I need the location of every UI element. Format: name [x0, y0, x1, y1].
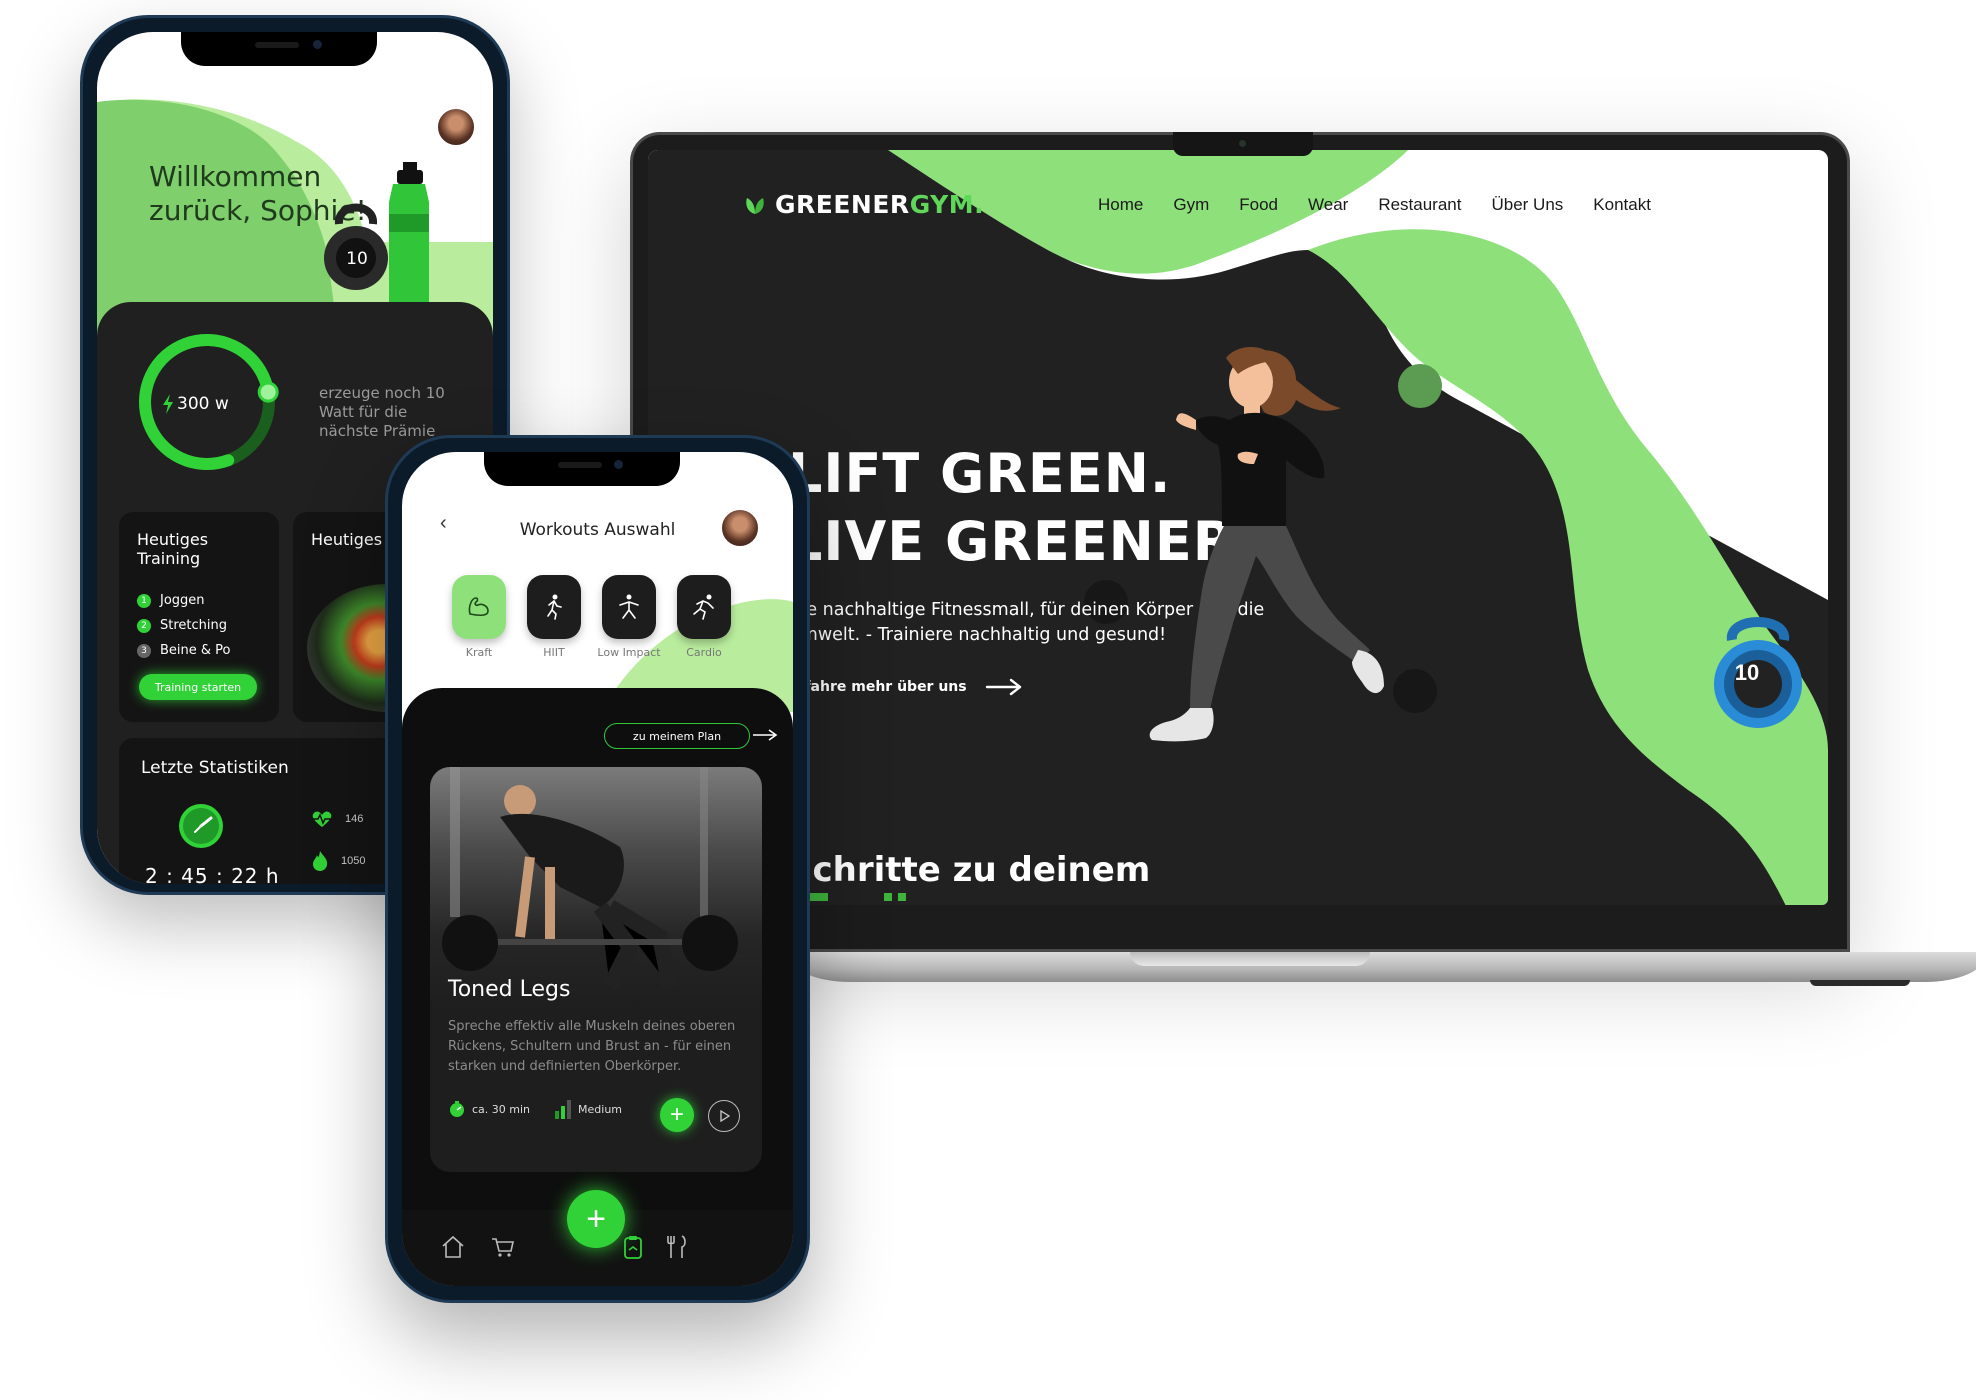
home-icon[interactable] [440, 1234, 466, 1260]
website-screen: GREENERGYM. Home Gym Food Wear Restauran… [648, 150, 1828, 905]
power-value: 300 w [162, 394, 229, 414]
training-item-label: Beine & Po [160, 643, 231, 658]
workout-categories: Kraft HIIT Low Impact Cardio [452, 575, 731, 659]
cardio-icon [693, 594, 714, 620]
list-item[interactable]: 3 Beine & Po [137, 638, 231, 663]
kettlebell-number: 10 [346, 249, 368, 269]
heartbeat-icon [312, 811, 332, 827]
duration-label: ca. 30 min [472, 1102, 531, 1116]
section-title: Schritte zu deinem [788, 850, 1151, 890]
laptop-foot [1810, 980, 1910, 986]
calories-value: 1050 [341, 855, 366, 867]
category-tile[interactable] [452, 575, 506, 639]
power-note: erzeuge noch 10 Watt für die nächste Prä… [319, 384, 445, 440]
training-list: 1 Joggen 2 Stretching 3 Beine & Po [137, 588, 231, 663]
category-label: Low Impact [597, 646, 661, 659]
workout-card[interactable]: Toned Legs Spreche effektiv alle Muskeln… [430, 767, 762, 1172]
step-number: 1 [137, 593, 151, 608]
duration-info: ca. 30 min [448, 1100, 530, 1118]
play-button[interactable] [708, 1100, 740, 1132]
nav-food[interactable]: Food [1239, 195, 1278, 215]
list-item[interactable]: 1 Joggen [137, 588, 231, 613]
category-label: Cardio [686, 646, 722, 659]
phone-notch [484, 452, 680, 486]
runner-illustration [1149, 347, 1384, 742]
bottle-kettlebell-illustration [324, 162, 429, 302]
category-label: Kraft [465, 646, 493, 659]
power-value-label: 300 w [177, 394, 229, 414]
phone-workouts: ‹ Workouts Auswahl Kraft HIIT Low Impact… [385, 435, 810, 1303]
main-menu: Home Gym Food Wear Restaurant Über Uns K… [1098, 195, 1651, 215]
category-label: HIIT [543, 646, 565, 659]
today-training-card[interactable]: Heutiges Training 1 Joggen 2 Stretching … [119, 512, 279, 722]
hiit-icon [547, 594, 562, 620]
play-icon [720, 1110, 730, 1122]
nav-ueber-uns[interactable]: Über Uns [1491, 195, 1563, 215]
cutlery-icon[interactable] [664, 1234, 690, 1260]
website-navbar: GREENERGYM. Home Gym Food Wear Restauran… [648, 150, 1828, 240]
calories-stat: 1050 [311, 850, 365, 872]
training-time: 2 : 45 : 22 h [145, 864, 280, 884]
muscle-icon [468, 597, 489, 617]
category-cardio[interactable]: Cardio [677, 575, 731, 659]
laptop-mockup: GREENERGYM. Home Gym Food Wear Restauran… [630, 132, 1976, 986]
training-item-label: Stretching [160, 618, 227, 633]
nav-wear[interactable]: Wear [1308, 195, 1348, 215]
workout-description: Spreche effektiv alle Muskeln deines obe… [448, 1019, 736, 1074]
phone-notch [181, 32, 377, 66]
stopwatch-icon [450, 1101, 464, 1117]
kettlebell-number: 10 [1734, 660, 1760, 685]
learn-more-label: Erfahre mehr über uns [788, 679, 967, 695]
flame-icon [313, 851, 328, 871]
section-title-green-fragment [788, 893, 906, 901]
nav-home[interactable]: Home [1098, 195, 1143, 215]
user-avatar[interactable] [720, 508, 760, 548]
stopwatch-icon [179, 804, 223, 848]
level-info: Medium [554, 1099, 622, 1119]
nav-gym[interactable]: Gym [1173, 195, 1209, 215]
workouts-screen: ‹ Workouts Auswahl Kraft HIIT Low Impact… [402, 452, 793, 1286]
cart-icon[interactable] [490, 1234, 516, 1260]
learn-more-link[interactable]: Erfahre mehr über uns [788, 678, 1023, 696]
category-tile[interactable] [602, 575, 656, 639]
today-training-title: Heutiges Training [137, 530, 209, 568]
logo-text-part1: GREENER [775, 190, 910, 219]
level-label: Medium [578, 1102, 623, 1116]
logo-text-part2: GYM. [909, 190, 985, 219]
workout-photo [430, 767, 762, 1007]
athlete-deadlift-photo [442, 767, 738, 991]
add-workout-button[interactable]: + [660, 1098, 694, 1132]
nav-restaurant[interactable]: Restaurant [1378, 195, 1461, 215]
step-number: 2 [137, 618, 151, 633]
arrow-right-icon [753, 729, 778, 741]
heart-rate-value: 146 [345, 813, 364, 825]
category-kraft[interactable]: Kraft [452, 575, 506, 659]
nav-kontakt[interactable]: Kontakt [1593, 195, 1651, 215]
clipboard-icon[interactable] [620, 1234, 646, 1260]
statistics-title: Letzte Statistiken [141, 758, 289, 778]
lightning-icon [163, 394, 173, 414]
category-tile[interactable] [677, 575, 731, 639]
leaf-logo-icon [746, 197, 764, 214]
low-impact-icon [619, 594, 639, 619]
training-item-label: Joggen [160, 593, 205, 608]
category-hiit[interactable]: HIIT [527, 575, 581, 659]
start-training-button[interactable]: Training starten [139, 674, 257, 700]
add-fab-button[interactable]: + [567, 1190, 625, 1248]
category-tile[interactable] [527, 575, 581, 639]
step-number: 3 [137, 643, 151, 658]
category-low-impact[interactable]: Low Impact [597, 575, 661, 659]
user-avatar[interactable] [436, 107, 476, 147]
laptop-camera-notch [1173, 132, 1313, 156]
arrow-right-icon [985, 678, 1021, 696]
brand-logo[interactable]: GREENERGYM. [743, 190, 984, 219]
heart-rate-stat: 146 [311, 810, 363, 828]
workout-title: Toned Legs [448, 977, 571, 1002]
level-bars-icon [555, 1100, 572, 1119]
workout-meta: ca. 30 min Medium [448, 1099, 748, 1119]
laptop-base [790, 952, 1976, 982]
list-item[interactable]: 2 Stretching [137, 613, 231, 638]
my-plan-button[interactable]: zu meinem Plan [604, 723, 750, 749]
